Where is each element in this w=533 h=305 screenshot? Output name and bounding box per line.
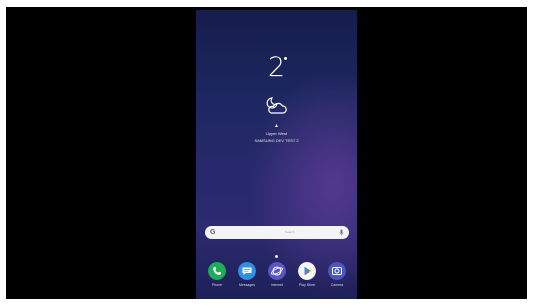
microphone-icon[interactable] [339, 229, 344, 236]
phone-home-screen: 2 ▲ Upper West SAMSUNG DEV TEST 2 G Sear… [196, 10, 357, 299]
google-g-icon: G [210, 229, 216, 236]
weather-location: Upper West [265, 131, 288, 136]
video-frame: 2 ▲ Upper West SAMSUNG DEV TEST 2 G Sear… [6, 7, 527, 299]
dock-app-phone[interactable]: Phone [202, 262, 232, 296]
messages-icon [238, 262, 256, 280]
play-store-icon [298, 262, 316, 280]
weather-date-line: SAMSUNG DEV TEST 2 [254, 138, 299, 143]
google-search-bar[interactable]: G Search [205, 226, 349, 239]
dock-app-play-store[interactable]: Play Store [292, 262, 322, 296]
dock-label: Camera [330, 283, 344, 287]
location-arrow-icon: ▲ [274, 123, 279, 129]
internet-icon [268, 262, 286, 280]
phone-icon [208, 262, 226, 280]
partly-cloudy-night-icon[interactable] [263, 94, 289, 116]
camera-icon [328, 262, 346, 280]
search-placeholder: Search [285, 230, 295, 234]
clock-colon-dot [284, 57, 287, 60]
clock-widget[interactable]: 2 [196, 54, 357, 81]
page-indicator-dot [275, 255, 278, 258]
dock-app-messages[interactable]: Messages [232, 262, 262, 296]
dock-app-internet[interactable]: Internet [262, 262, 292, 296]
dock-app-camera[interactable]: Camera [322, 262, 352, 296]
app-dock: Phone Messages Internet Play Store Camer… [202, 262, 352, 296]
